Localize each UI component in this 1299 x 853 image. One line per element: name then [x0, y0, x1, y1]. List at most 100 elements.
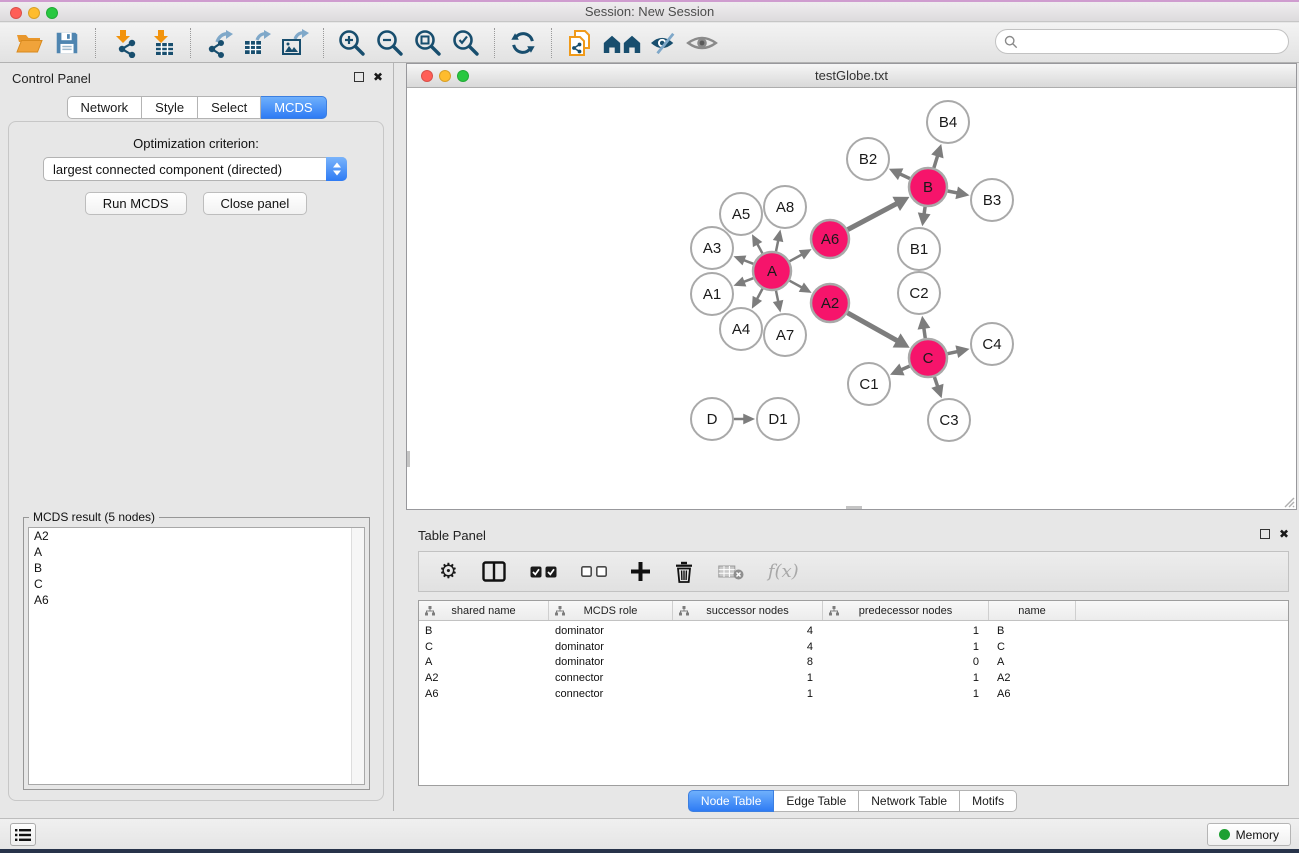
tab-style[interactable]: Style [142, 96, 198, 119]
mcds-tab-content: Optimization criterion: largest connecte… [8, 121, 384, 801]
export-image-button[interactable] [276, 26, 314, 60]
refresh-view-button[interactable] [504, 26, 542, 60]
table-cell[interactable]: 8 [673, 654, 823, 670]
horizontal-scroll-indicator[interactable] [846, 506, 862, 509]
graph-edge-A2-C[interactable] [847, 313, 898, 342]
eye-icon [685, 31, 719, 55]
mcds-result-item[interactable]: B [29, 560, 364, 576]
table-cell[interactable]: connector [549, 686, 673, 702]
table-cell[interactable]: A6 [419, 686, 549, 702]
table-row[interactable]: Adominator80A [419, 654, 1288, 670]
table-row[interactable]: A6connector11A6 [419, 686, 1288, 702]
import-network-button[interactable] [105, 26, 143, 60]
zoom-in-button[interactable] [333, 26, 371, 60]
table-cell[interactable]: dominator [549, 639, 673, 655]
tab-edge-table[interactable]: Edge Table [774, 790, 859, 812]
memory-button[interactable]: Memory [1207, 823, 1291, 846]
delete-column-trash-icon[interactable] [674, 561, 694, 583]
column-header-name[interactable]: name [989, 601, 1076, 620]
zoom-out-button[interactable] [371, 26, 409, 60]
mcds-result-item[interactable]: A2 [29, 528, 364, 544]
column-header-shared-name[interactable]: shared name [419, 601, 549, 620]
search-input[interactable] [1022, 32, 1288, 52]
table-cell[interactable]: A [419, 654, 549, 670]
save-session-button[interactable] [48, 26, 86, 60]
mcds-result-item[interactable]: A6 [29, 592, 364, 608]
vertical-scroll-indicator[interactable] [407, 451, 410, 467]
export-table-button[interactable] [238, 26, 276, 60]
close-panel-icon[interactable]: ✖ [373, 72, 383, 82]
graph-edge-A-A6[interactable] [790, 254, 804, 261]
graph-edge-B-B4[interactable] [934, 155, 938, 168]
close-panel-icon[interactable]: ✖ [1279, 529, 1289, 539]
mcds-result-item[interactable]: C [29, 576, 364, 592]
table-cell[interactable]: C [989, 639, 1076, 655]
zoom-fit-button[interactable] [409, 26, 447, 60]
table-cell[interactable]: B [989, 623, 1076, 639]
tab-network-table[interactable]: Network Table [859, 790, 960, 812]
add-column-icon[interactable] [631, 562, 650, 581]
open-session-button[interactable] [10, 26, 48, 60]
table-cell[interactable]: 4 [673, 639, 823, 655]
export-network-icon [204, 28, 234, 58]
network-canvas[interactable]: B4B2BB3A8A5A6A3B1AA1C2A2A4A7C4CC1DD1C3 [407, 89, 1296, 509]
column-header-MCDS-role[interactable]: MCDS role [549, 601, 673, 620]
table-cell[interactable]: 1 [673, 670, 823, 686]
deselect-all-icon[interactable] [581, 566, 607, 577]
mcds-result-item[interactable]: A [29, 544, 364, 560]
select-stepper[interactable] [326, 157, 347, 181]
graph-edge-A-A2[interactable] [790, 281, 804, 288]
table-cell[interactable]: C [419, 639, 549, 655]
table-cell[interactable]: 1 [823, 623, 989, 639]
run-mcds-button[interactable]: Run MCDS [85, 192, 187, 215]
table-cell[interactable]: 1 [823, 639, 989, 655]
table-cell[interactable]: 4 [673, 623, 823, 639]
delete-table-icon[interactable] [718, 564, 744, 580]
tab-node-table[interactable]: Node Table [688, 790, 775, 812]
table-cell[interactable]: A2 [419, 670, 549, 686]
table-cell[interactable]: 1 [673, 686, 823, 702]
optimization-criterion-select[interactable]: largest connected component (directed) [43, 157, 347, 181]
hide-selected-button[interactable] [645, 26, 683, 60]
graph-edge-A6-B[interactable] [848, 203, 898, 230]
duplicate-network-icon [565, 28, 595, 58]
table-cell[interactable]: 0 [823, 654, 989, 670]
column-header-predecessor-nodes[interactable]: predecessor nodes [823, 601, 989, 620]
show-all-button[interactable] [683, 26, 721, 60]
import-table-button[interactable] [143, 26, 181, 60]
task-history-button[interactable] [10, 823, 36, 846]
table-options-gear-icon[interactable]: ⚙ [439, 562, 458, 582]
tab-network[interactable]: Network [66, 96, 142, 119]
close-panel-button[interactable]: Close panel [203, 192, 308, 215]
select-all-icon[interactable] [530, 566, 557, 578]
resize-grip-icon[interactable] [1281, 494, 1295, 508]
table-cell[interactable]: 1 [823, 670, 989, 686]
mcds-result-list[interactable]: A2ABCA6 [28, 527, 365, 785]
network-view-window: testGlobe.txt B4B2BB3A8A5A6A3B1AA1C2A2A4… [406, 63, 1297, 510]
duplicate-network-button[interactable] [561, 26, 599, 60]
float-panel-icon[interactable] [354, 72, 364, 82]
table-cell[interactable]: A [989, 654, 1076, 670]
table-cell[interactable]: B [419, 623, 549, 639]
column-header-successor-nodes[interactable]: successor nodes [673, 601, 823, 620]
table-cell[interactable]: connector [549, 670, 673, 686]
network-window-titlebar[interactable]: testGlobe.txt [407, 64, 1296, 88]
function-builder-button[interactable]: f(x) [768, 561, 799, 582]
table-row[interactable]: Bdominator41B [419, 623, 1288, 639]
tab-mcds[interactable]: MCDS [261, 96, 326, 119]
table-cell[interactable]: 1 [823, 686, 989, 702]
table-cell[interactable]: A6 [989, 686, 1076, 702]
export-network-button[interactable] [200, 26, 238, 60]
table-row[interactable]: Cdominator41C [419, 639, 1288, 655]
zoom-selected-button[interactable] [447, 26, 485, 60]
table-cell[interactable]: A2 [989, 670, 1076, 686]
tab-motifs[interactable]: Motifs [960, 790, 1017, 812]
list-scrollbar[interactable] [351, 528, 364, 784]
table-row[interactable]: A2connector11A2 [419, 670, 1288, 686]
tab-select[interactable]: Select [198, 96, 261, 119]
home-views-button[interactable] [599, 26, 645, 60]
show-column-icon[interactable] [482, 561, 506, 582]
float-panel-icon[interactable] [1260, 529, 1270, 539]
table-cell[interactable]: dominator [549, 623, 673, 639]
table-cell[interactable]: dominator [549, 654, 673, 670]
